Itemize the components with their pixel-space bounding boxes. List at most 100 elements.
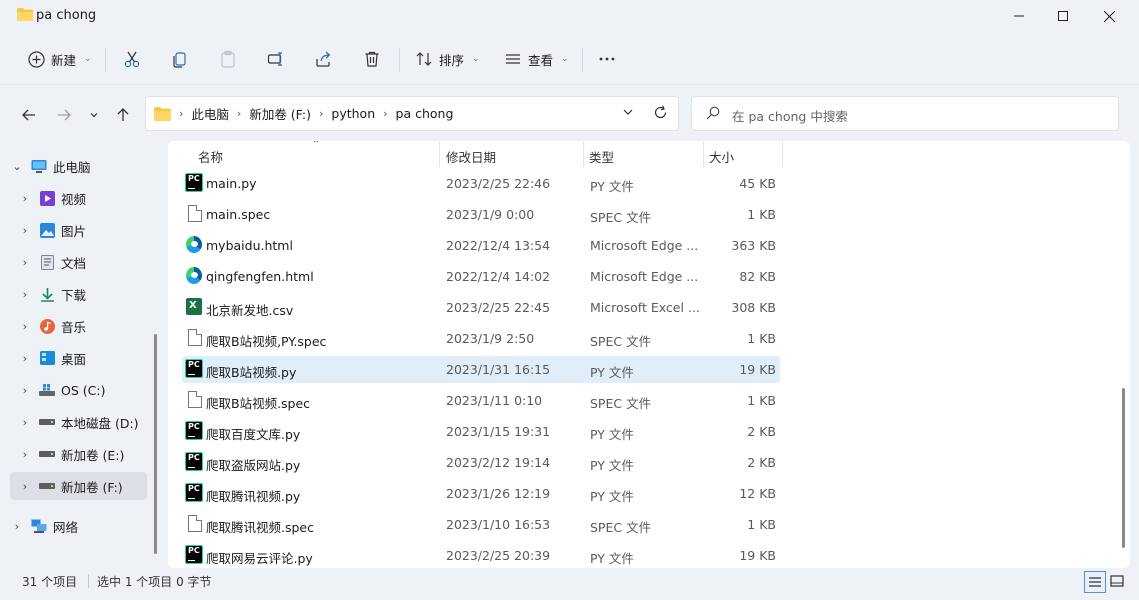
sidebar-item-pictures[interactable]: › 图片 — [18, 216, 155, 244]
address-row: › 此电脑 › 新加卷 (F:) › python › pa chong 在 p… — [0, 84, 1139, 141]
file-row[interactable]: PC 爬取网易云评论.py 2023/2/25 20:39 PY 文件 19 K… — [182, 542, 780, 568]
column-divider[interactable] — [703, 141, 704, 167]
chevron-right-icon[interactable]: › — [18, 224, 32, 237]
sidebar-item-label: 音乐 — [61, 319, 87, 335]
toolbar-divider — [399, 48, 400, 72]
file-row[interactable]: PC main.py 2023/2/25 22:46 PY 文件 45 KB — [182, 170, 780, 197]
back-button[interactable] — [17, 103, 41, 127]
arrow-up-icon — [117, 108, 129, 121]
file-row[interactable]: 爬取B站视频,PY.spec 2023/1/9 2:50 SPEC 文件 1 K… — [182, 325, 780, 352]
new-button[interactable]: 新建 ⌄ — [28, 44, 92, 74]
document-icon — [188, 329, 202, 346]
sidebar-item-this-pc[interactable]: ⌄ 此电脑 — [10, 152, 147, 180]
chevron-right-icon[interactable]: › — [18, 448, 32, 461]
file-date: 2023/1/9 2:50 — [446, 331, 535, 346]
rename-icon — [267, 52, 282, 66]
delete-button[interactable] — [363, 44, 381, 74]
share-button[interactable] — [315, 44, 333, 74]
chevron-right-icon[interactable]: › — [18, 288, 32, 301]
breadcrumb-item[interactable]: 此电脑 — [191, 104, 229, 123]
file-row[interactable]: PC 爬取百度文库.py 2023/1/15 19:31 PY 文件 2 KB — [182, 418, 780, 445]
maximize-button[interactable] — [1040, 0, 1086, 32]
chevron-right-icon[interactable]: › — [18, 352, 32, 365]
file-name: main.py — [206, 176, 257, 191]
file-list-scrollbar[interactable] — [1122, 388, 1125, 548]
copy-button[interactable] — [171, 44, 189, 74]
close-icon — [1103, 10, 1115, 22]
breadcrumb-item[interactable]: python — [331, 106, 375, 121]
details-view-button[interactable] — [1084, 571, 1106, 593]
chevron-right-icon[interactable]: › — [18, 480, 32, 493]
sidebar-item-os-c[interactable]: › OS (C:) — [18, 376, 155, 404]
close-button[interactable] — [1086, 0, 1132, 32]
sidebar-item-videos[interactable]: › 视频 — [18, 184, 155, 212]
file-row[interactable]: mybaidu.html 2022/12/4 13:54 Microsoft E… — [182, 232, 780, 259]
up-button[interactable] — [111, 103, 135, 127]
sidebar-item-label: 本地磁盘 (D:) — [61, 415, 139, 431]
column-header-name[interactable]: 名称 — [198, 147, 223, 166]
file-row[interactable]: X 北京新发地.csv 2023/2/25 22:45 Microsoft Ex… — [182, 294, 780, 321]
view-button[interactable]: 查看 ⌄ — [504, 44, 569, 74]
column-divider[interactable] — [439, 141, 440, 167]
chevron-right-icon[interactable]: › — [18, 416, 32, 429]
sidebar-item-downloads[interactable]: › 下载 — [18, 280, 155, 308]
column-divider[interactable] — [583, 141, 584, 167]
sidebar-item-volume-e[interactable]: › 新加卷 (E:) — [18, 440, 155, 468]
sidebar-item-local-disk-d[interactable]: › 本地磁盘 (D:) — [18, 408, 155, 436]
breadcrumb-item[interactable]: 新加卷 (F:) — [249, 104, 311, 123]
file-row[interactable]: main.spec 2023/1/9 0:00 SPEC 文件 1 KB — [182, 201, 780, 228]
maximize-icon — [1058, 11, 1068, 21]
sidebar-item-desktop[interactable]: › 桌面 — [18, 344, 155, 372]
file-type: PY 文件 — [590, 179, 634, 194]
search-field[interactable]: 在 pa chong 中搜索 — [691, 96, 1119, 131]
document-icon — [188, 515, 202, 532]
address-bar[interactable]: › 此电脑 › 新加卷 (F:) › python › pa chong — [145, 96, 679, 131]
file-row[interactable]: 爬取腾讯视频.spec 2023/1/10 16:53 SPEC 文件 1 KB — [182, 511, 780, 538]
file-size: 1 KB — [747, 207, 776, 222]
column-header-date[interactable]: 修改日期 — [446, 147, 496, 166]
address-history-button[interactable] — [622, 106, 634, 121]
refresh-button[interactable] — [653, 105, 668, 123]
column-header-type[interactable]: 类型 — [589, 147, 614, 166]
sidebar-item-network[interactable]: › 网络 — [10, 512, 147, 540]
sidebar-item-label: 此电脑 — [53, 159, 91, 175]
file-row[interactable]: PC 爬取盗版网站.py 2023/2/12 19:14 PY 文件 2 KB — [182, 449, 780, 476]
sidebar-item-documents[interactable]: › 文档 — [18, 248, 155, 276]
chevron-right-icon[interactable]: › — [18, 256, 32, 269]
breadcrumb-item[interactable]: pa chong — [396, 106, 454, 121]
sidebar-scrollbar[interactable] — [154, 334, 157, 554]
file-row[interactable]: PC 爬取腾讯视频.py 2023/1/26 12:19 PY 文件 12 KB — [182, 480, 780, 507]
recent-locations-button[interactable] — [84, 103, 104, 127]
chevron-right-icon[interactable]: › — [10, 520, 24, 533]
videos-icon — [39, 190, 55, 206]
chevron-down-icon[interactable]: ⌄ — [10, 160, 24, 173]
sidebar-item-music[interactable]: › 音乐 — [18, 312, 155, 340]
sort-button[interactable]: 排序 ⌄ — [415, 44, 480, 74]
command-bar: 新建 ⌄ 排序 ⌄ 查看 ⌄ — [0, 34, 1139, 84]
more-options-button[interactable] — [598, 44, 616, 74]
rename-button[interactable] — [267, 44, 285, 74]
forward-button[interactable] — [52, 103, 76, 127]
chevron-right-icon[interactable]: › — [18, 192, 32, 205]
chevron-right-icon[interactable]: › — [18, 384, 32, 397]
paste-button[interactable] — [219, 44, 237, 74]
search-input[interactable]: 在 pa chong 中搜索 — [732, 106, 848, 125]
sidebar-item-volume-f[interactable]: › 新加卷 (F:) — [10, 472, 147, 500]
file-row-selected[interactable]: PC 爬取B站视频.py 2023/1/31 16:15 PY 文件 19 KB — [182, 356, 780, 383]
more-icon — [599, 57, 615, 61]
os-drive-icon — [39, 382, 55, 398]
sidebar-item-label: 新加卷 (F:) — [61, 479, 123, 495]
chevron-right-icon[interactable]: › — [18, 320, 32, 333]
file-date: 2023/1/31 16:15 — [446, 362, 551, 377]
view-list-icon — [506, 54, 520, 64]
tiles-view-button[interactable] — [1107, 571, 1127, 591]
details-view-icon — [1089, 577, 1101, 587]
music-icon — [39, 318, 55, 334]
file-row[interactable]: qingfengfen.html 2022/12/4 14:02 Microso… — [182, 263, 780, 290]
minimize-button[interactable] — [996, 0, 1042, 32]
file-row[interactable]: 爬取B站视频.spec 2023/1/11 0:10 SPEC 文件 1 KB — [182, 387, 780, 414]
chevron-right-icon: › — [179, 107, 184, 120]
column-header-size[interactable]: 大小 — [709, 147, 734, 166]
column-divider[interactable] — [782, 141, 783, 167]
cut-button[interactable] — [123, 44, 141, 74]
